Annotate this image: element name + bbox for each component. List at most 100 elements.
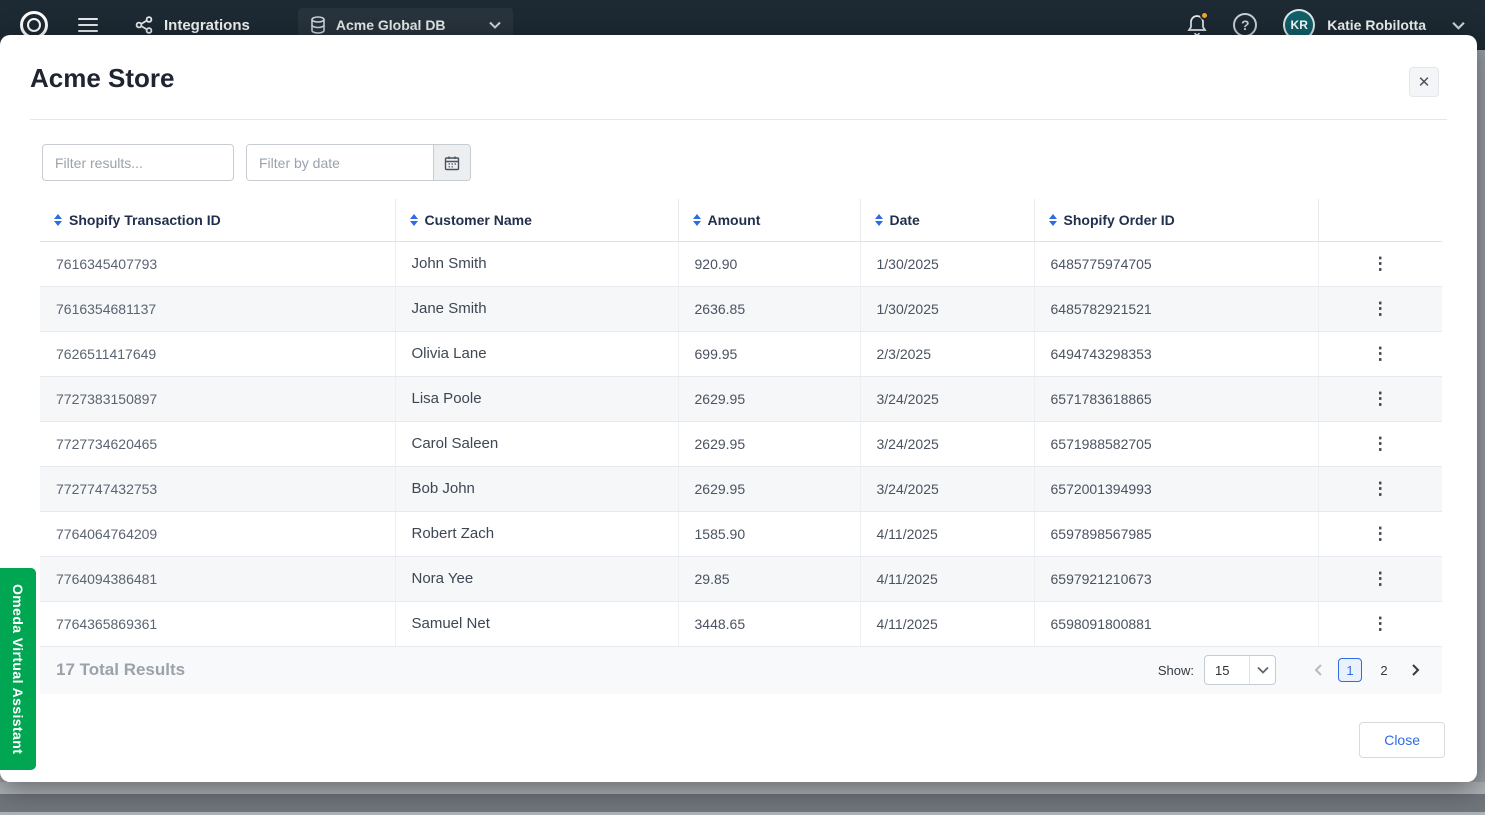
table-header-row: Shopify Transaction ID Customer Name Amo… (40, 199, 1442, 241)
table-row[interactable]: 7764365869361 Samuel Net 3448.65 4/11/20… (40, 601, 1442, 646)
table-row[interactable]: 7764094386481 Nora Yee 29.85 4/11/2025 6… (40, 556, 1442, 601)
transaction-id-cell: 7764094386481 (40, 556, 395, 601)
column-header-actions (1318, 199, 1442, 241)
transaction-id-cell: 7764365869361 (40, 601, 395, 646)
chevron-right-icon (1408, 663, 1422, 677)
show-label: Show: (1158, 663, 1194, 678)
order-id-cell: 6572001394993 (1034, 466, 1318, 511)
column-header-shopify-transaction-id[interactable]: Shopify Transaction ID (40, 199, 395, 241)
filter-date-group (246, 144, 471, 181)
total-results: 17 Total Results (56, 660, 185, 680)
row-actions-kebab-icon[interactable]: ⋮ (1364, 611, 1397, 636)
amount-cell: 2629.95 (678, 421, 860, 466)
date-cell: 3/24/2025 (860, 376, 1034, 421)
row-actions-kebab-icon[interactable]: ⋮ (1364, 296, 1397, 321)
notifications-bell-icon[interactable] (1187, 14, 1207, 36)
customer-name-cell: Lisa Poole (395, 376, 678, 421)
column-header-amount[interactable]: Amount (678, 199, 860, 241)
date-cell: 3/24/2025 (860, 421, 1034, 466)
customer-name-cell: John Smith (395, 241, 678, 286)
amount-cell: 1585.90 (678, 511, 860, 556)
filter-date-input[interactable] (247, 145, 433, 180)
table-row[interactable]: 7727747432753 Bob John 2629.95 3/24/2025… (40, 466, 1442, 511)
sort-icon (693, 214, 701, 226)
database-icon (310, 16, 326, 34)
transactions-table: Shopify Transaction ID Customer Name Amo… (40, 199, 1442, 647)
chevron-down-icon[interactable] (1452, 21, 1465, 30)
sort-icon (410, 214, 418, 226)
user-name[interactable]: Katie Robilotta (1327, 17, 1426, 33)
table-row[interactable]: 7727734620465 Carol Saleen 2629.95 3/24/… (40, 421, 1442, 466)
transaction-id-cell: 7727734620465 (40, 421, 395, 466)
actions-cell: ⋮ (1318, 331, 1442, 376)
row-actions-kebab-icon[interactable]: ⋮ (1364, 386, 1397, 411)
order-id-cell: 6598091800881 (1034, 601, 1318, 646)
column-header-customer-name[interactable]: Customer Name (395, 199, 678, 241)
transaction-id-cell: 7616354681137 (40, 286, 395, 331)
horizontal-scrollbar[interactable] (0, 794, 1485, 812)
actions-cell: ⋮ (1318, 466, 1442, 511)
order-id-cell: 6494743298353 (1034, 331, 1318, 376)
amount-cell: 29.85 (678, 556, 860, 601)
nav-integrations[interactable]: Integrations (134, 15, 250, 35)
date-cell: 1/30/2025 (860, 241, 1034, 286)
chevron-down-icon (1249, 656, 1275, 684)
customer-name-cell: Samuel Net (395, 601, 678, 646)
date-cell: 3/24/2025 (860, 466, 1034, 511)
chevron-down-icon (489, 21, 501, 29)
amount-cell: 2629.95 (678, 376, 860, 421)
table-row[interactable]: 7626511417649 Olivia Lane 699.95 2/3/202… (40, 331, 1442, 376)
calendar-button[interactable] (433, 145, 470, 180)
table-row[interactable]: 7616354681137 Jane Smith 2636.85 1/30/20… (40, 286, 1442, 331)
amount-cell: 2636.85 (678, 286, 860, 331)
date-cell: 4/11/2025 (860, 511, 1034, 556)
table-footer: 17 Total Results Show: 15 1 2 (40, 647, 1442, 694)
column-header-date[interactable]: Date (860, 199, 1034, 241)
row-actions-kebab-icon[interactable]: ⋮ (1364, 566, 1397, 591)
amount-cell: 3448.65 (678, 601, 860, 646)
integrations-icon (134, 15, 154, 35)
order-id-cell: 6571988582705 (1034, 421, 1318, 466)
transaction-id-cell: 7616345407793 (40, 241, 395, 286)
customer-name-cell: Olivia Lane (395, 331, 678, 376)
table-row[interactable]: 7727383150897 Lisa Poole 2629.95 3/24/20… (40, 376, 1442, 421)
customer-name-cell: Robert Zach (395, 511, 678, 556)
order-id-cell: 6485775974705 (1034, 241, 1318, 286)
modal-title: Acme Store (30, 61, 175, 95)
filter-results-input[interactable] (42, 144, 234, 181)
transaction-id-cell: 7626511417649 (40, 331, 395, 376)
acme-store-modal: Acme Store ✕ (0, 35, 1477, 782)
previous-page-button[interactable] (1310, 661, 1328, 679)
row-actions-kebab-icon[interactable]: ⋮ (1364, 521, 1397, 546)
row-actions-kebab-icon[interactable]: ⋮ (1364, 431, 1397, 456)
actions-cell: ⋮ (1318, 601, 1442, 646)
page-button-1[interactable]: 1 (1338, 658, 1362, 682)
page-background-bottom (0, 782, 1485, 815)
menu-icon[interactable] (78, 18, 98, 32)
row-actions-kebab-icon[interactable]: ⋮ (1364, 251, 1397, 276)
table-row[interactable]: 7616345407793 John Smith 920.90 1/30/202… (40, 241, 1442, 286)
transaction-id-cell: 7764064764209 (40, 511, 395, 556)
order-id-cell: 6571783618865 (1034, 376, 1318, 421)
close-button[interactable]: Close (1359, 722, 1445, 758)
table-row[interactable]: 7764064764209 Robert Zach 1585.90 4/11/2… (40, 511, 1442, 556)
close-icon[interactable]: ✕ (1409, 67, 1439, 97)
transaction-id-cell: 7727747432753 (40, 466, 395, 511)
page-size-value: 15 (1215, 663, 1229, 678)
sort-icon (54, 214, 62, 226)
page-size-select[interactable]: 15 (1204, 655, 1276, 685)
column-header-shopify-order-id[interactable]: Shopify Order ID (1034, 199, 1318, 241)
customer-name-cell: Carol Saleen (395, 421, 678, 466)
order-id-cell: 6485782921521 (1034, 286, 1318, 331)
row-actions-kebab-icon[interactable]: ⋮ (1364, 476, 1397, 501)
amount-cell: 2629.95 (678, 466, 860, 511)
page-button-2[interactable]: 2 (1372, 658, 1396, 682)
help-icon[interactable]: ? (1233, 13, 1257, 37)
next-page-button[interactable] (1406, 661, 1424, 679)
transaction-id-cell: 7727383150897 (40, 376, 395, 421)
row-actions-kebab-icon[interactable]: ⋮ (1364, 341, 1397, 366)
date-cell: 1/30/2025 (860, 286, 1034, 331)
virtual-assistant-tab[interactable]: Omeda Virtual Assistant (0, 568, 36, 770)
integrations-label: Integrations (164, 17, 250, 34)
customer-name-cell: Nora Yee (395, 556, 678, 601)
